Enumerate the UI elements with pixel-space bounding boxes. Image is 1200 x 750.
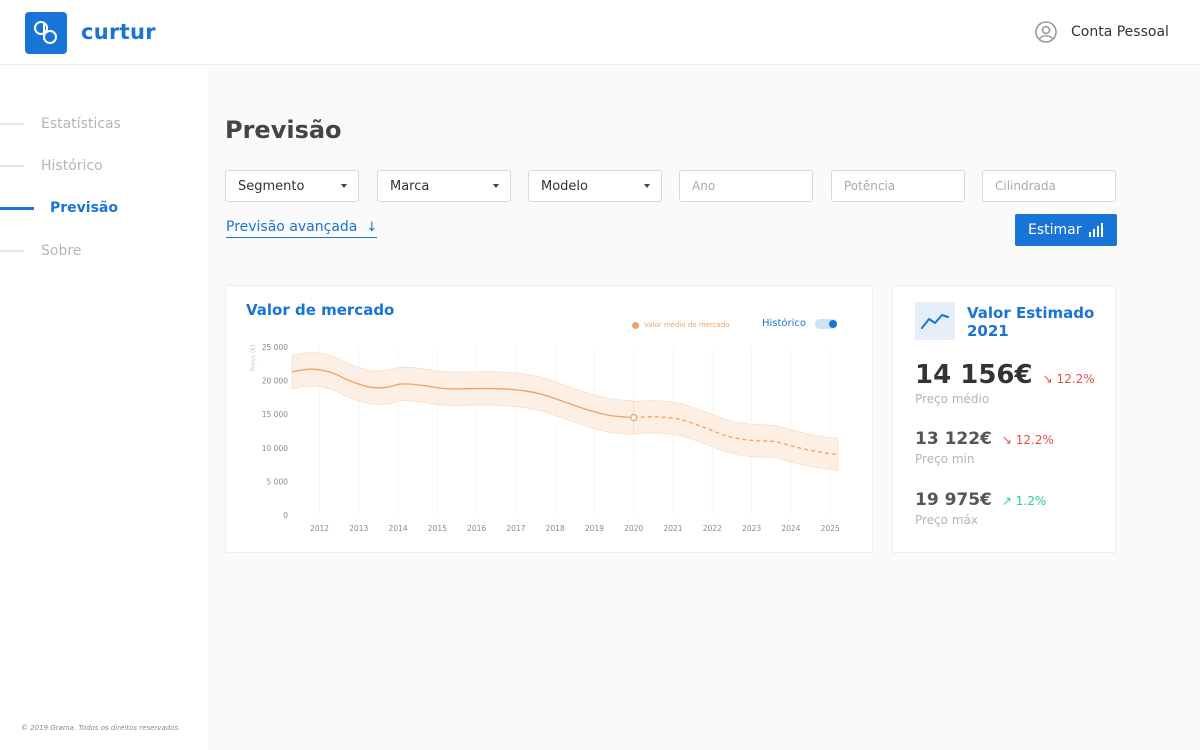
market-value-card: Valor de mercado Valor médio do mercado … [225, 285, 873, 553]
avg-price-value: 14 156€ [915, 360, 1033, 390]
y-axis-label: Preço (€) [250, 345, 257, 372]
model-select[interactable]: Modelo [528, 170, 662, 202]
sidebar-item-previsao[interactable]: Previsão [0, 196, 118, 220]
x-tick-label: 2019 [585, 524, 604, 533]
sidebar-item-label: Sobre [41, 243, 82, 259]
avg-price-stat: 14 156€ ↘ 12.2% [915, 360, 1095, 390]
sidebar-item-label: Histórico [41, 158, 103, 174]
x-tick-label: 2014 [389, 524, 408, 533]
year-input[interactable] [679, 170, 813, 202]
brand-select-label: Marca [390, 178, 430, 194]
sidebar-item-sobre[interactable]: Sobre [0, 239, 81, 263]
x-tick-label: 2022 [703, 524, 722, 533]
min-price-value: 13 122€ [915, 429, 992, 449]
max-price-stat: 19 975€ ↗ 1.2% [915, 490, 1046, 510]
x-tick-label: 2017 [506, 524, 525, 533]
market-value-chart: Preço (€) 25 000 20 000 15 000 10 000 5 000 0 2… [250, 343, 840, 533]
caret-down-icon [341, 184, 347, 188]
y-tick-label: 15 000 [262, 410, 288, 419]
x-tick-label: 2016 [467, 524, 486, 533]
bar-chart-icon [1089, 223, 1103, 237]
brand-select[interactable]: Marca [377, 170, 511, 202]
y-tick-label: 20 000 [262, 377, 288, 386]
logo-icon[interactable] [25, 12, 67, 54]
estimated-value-card: Valor Estimado 2021 14 156€ ↘ 12.2% Preç… [892, 285, 1116, 553]
x-tick-label: 2021 [663, 524, 682, 533]
estimate-button[interactable]: Estimar [1015, 214, 1117, 246]
caret-down-icon [644, 184, 650, 188]
x-tick-label: 2015 [428, 524, 447, 533]
avg-price-label: Preço médio [915, 392, 990, 406]
caret-down-icon [493, 184, 499, 188]
x-tick-label: 2023 [742, 524, 761, 533]
min-price-change-value: 12.2% [1015, 433, 1054, 447]
segment-select[interactable]: Segmento [225, 170, 359, 202]
x-tick-label: 2024 [781, 524, 800, 533]
confidence-band [633, 400, 839, 471]
max-price-change: ↗ 1.2% [1001, 494, 1047, 508]
y-tick-label: 25 000 [262, 343, 288, 352]
top-bar: curtur Conta Pessoal [0, 0, 1200, 65]
avg-price-change-value: 12.2% [1056, 372, 1095, 386]
min-price-label: Preço min [915, 452, 975, 466]
current-point-marker [630, 413, 638, 422]
arrow-down-icon: ↓ [366, 219, 378, 235]
sidebar-item-label: Previsão [50, 200, 118, 216]
nav-indicator [0, 123, 24, 125]
advanced-forecast-link[interactable]: Previsão avançada ↓ [226, 219, 378, 238]
x-tick-label: 2013 [349, 524, 368, 533]
avg-price-change: ↘ 12.2% [1042, 372, 1095, 386]
segment-select-label: Segmento [238, 178, 305, 194]
page-title: Previsão [225, 116, 342, 144]
nav-indicator [0, 250, 24, 252]
nav-indicator [0, 206, 34, 210]
power-input[interactable] [831, 170, 965, 202]
nav-indicator [0, 165, 24, 167]
y-tick-label: 10 000 [262, 444, 288, 453]
min-price-stat: 13 122€ ↘ 12.2% [915, 429, 1054, 449]
confidence-band [291, 352, 635, 435]
copyright-text: © 2019 Grama. Todos os direitos reservad… [21, 724, 181, 732]
sidebar: Estatísticas Histórico Previsão Sobre [0, 66, 208, 750]
max-price-change-value: 1.2% [1015, 494, 1047, 508]
max-price-value: 19 975€ [915, 490, 992, 510]
y-tick-label: 5 000 [267, 477, 289, 486]
model-select-label: Modelo [541, 178, 588, 194]
brand-name[interactable]: curtur [81, 20, 156, 44]
max-price-label: Preço máx [915, 513, 978, 527]
sidebar-item-estatisticas[interactable]: Estatísticas [0, 112, 121, 136]
account-menu-label[interactable]: Conta Pessoal [1071, 24, 1169, 40]
displacement-input[interactable] [982, 170, 1116, 202]
estimate-button-label: Estimar [1028, 222, 1082, 238]
min-price-change: ↘ 12.2% [1001, 433, 1054, 447]
y-tick-label: 0 [283, 511, 288, 520]
x-tick-label: 2018 [546, 524, 565, 533]
x-tick-label: 2020 [624, 524, 643, 533]
sidebar-item-label: Estatísticas [41, 116, 121, 132]
advanced-forecast-label: Previsão avançada [226, 219, 358, 235]
x-tick-label: 2025 [821, 524, 840, 533]
sidebar-item-historico[interactable]: Histórico [0, 154, 103, 178]
estimate-title: Valor Estimado 2021 [967, 304, 1095, 340]
x-tick-label: 2012 [310, 524, 329, 533]
user-icon[interactable] [1035, 21, 1057, 43]
trend-line-icon [915, 302, 955, 340]
